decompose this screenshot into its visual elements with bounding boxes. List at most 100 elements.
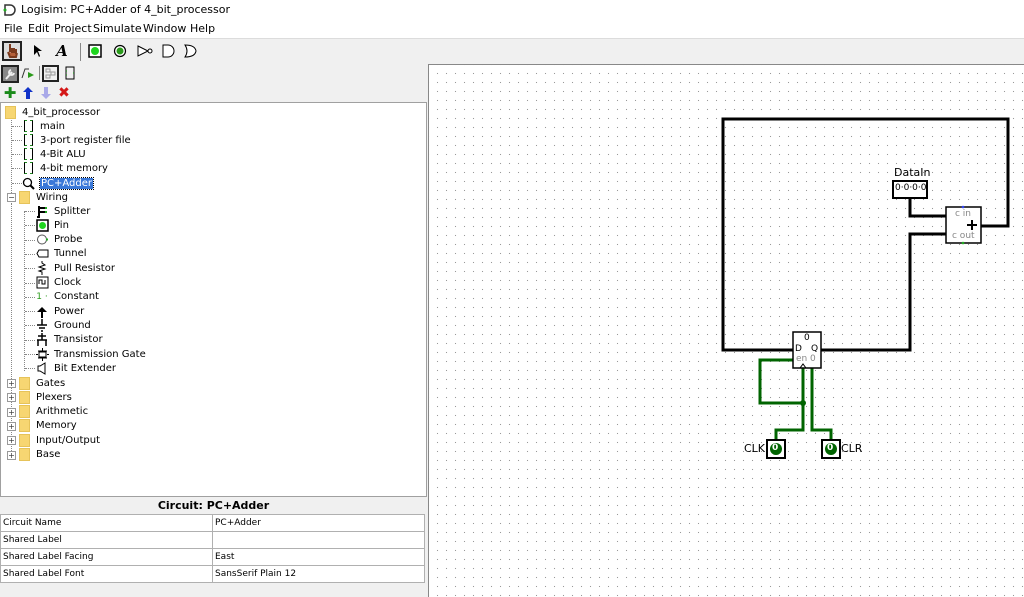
tree-circuit-memory[interactable]: 4-bit memory [21, 161, 108, 175]
transmission-gate-icon [35, 347, 49, 361]
attr-row-shared-label-font: Shared Label Font SansSerif Plain 12 [0, 565, 425, 583]
tree-item-label: Plexers [36, 391, 72, 403]
expand-memory-toggle[interactable]: + [7, 421, 16, 431]
folder-icon [18, 405, 30, 419]
or-gate-tool-button[interactable] [180, 41, 200, 61]
window-title: Logisim: PC+Adder of 4_bit_processor [21, 3, 230, 16]
tree-tool-clock[interactable]: Clock [35, 276, 81, 290]
tree-library-plexers[interactable]: Plexers [17, 390, 72, 404]
register-en-label: en [796, 354, 808, 364]
menu-help[interactable]: Help [190, 22, 215, 35]
tree-project[interactable]: 4_bit_processor [3, 105, 100, 119]
tree-library-gates[interactable]: Gates [17, 376, 65, 390]
not-gate-tool-button[interactable] [135, 41, 155, 61]
folder-icon [18, 390, 30, 404]
text-tool-button[interactable]: A [52, 41, 72, 61]
poke-tool-button[interactable] [2, 41, 22, 61]
toolbox-icon [45, 68, 56, 79]
tool-toolbar: A [0, 39, 428, 63]
tree-item-label: Memory [36, 420, 77, 432]
collapse-wiring-toggle[interactable]: − [7, 193, 16, 202]
output-pin-tool-button[interactable] [110, 41, 130, 61]
move-up-button[interactable] [20, 85, 36, 101]
shared-label-field[interactable] [212, 531, 425, 549]
menu-edit[interactable]: Edit [28, 22, 49, 35]
simulation-tree-icon [65, 66, 75, 80]
menu-project[interactable]: Project [54, 22, 92, 35]
not-gate-icon [137, 45, 153, 57]
tree-library-base[interactable]: Base [17, 448, 60, 462]
tree-tool-transmission-gate[interactable]: Transmission Gate [35, 347, 146, 361]
plus-icon: ✚ [3, 84, 17, 102]
tree-line [25, 211, 35, 212]
tree-item-label: Arithmetic [36, 406, 89, 418]
input-pin-tool-button[interactable] [85, 41, 105, 61]
tree-tool-tunnel[interactable]: Tunnel [35, 247, 87, 261]
folder-icon [18, 433, 30, 447]
tree-library-wiring[interactable]: Wiring [17, 190, 68, 204]
constant-icon: 1 · [36, 291, 48, 302]
expand-input-output-toggle[interactable]: + [7, 436, 16, 446]
tree-circuit-alu[interactable]: 4-Bit ALU [21, 147, 86, 161]
menu-window[interactable]: Window [143, 22, 186, 35]
expand-base-toggle[interactable]: + [7, 450, 16, 460]
circuit-name-field[interactable]: PC+Adder [212, 514, 425, 532]
tree-tool-pin[interactable]: Pin [35, 218, 69, 232]
tree-tool-splitter[interactable]: Splitter [35, 204, 90, 218]
pull-resistor-icon [35, 261, 49, 276]
register-value: 0 [804, 333, 810, 343]
clock-icon [35, 276, 49, 289]
register-d-label: D [795, 344, 802, 354]
folder-icon-wrap [17, 433, 31, 447]
tree-tool-pull-resistor[interactable]: Pull Resistor [35, 261, 115, 276]
clk-label: CLK [744, 442, 766, 455]
tree-item-label: Input/Output [36, 434, 100, 446]
tree-circuit-main[interactable]: main [21, 119, 65, 133]
folder-icon-wrap [17, 390, 31, 404]
attr-name: Shared Label [0, 531, 213, 549]
move-down-button[interactable] [38, 85, 54, 101]
register-clr-label: 0 [810, 354, 816, 364]
tree-line [11, 117, 12, 197]
shared-label-facing-select[interactable]: East [212, 548, 425, 566]
expand-arithmetic-toggle[interactable]: + [7, 407, 16, 417]
tree-tool-probe[interactable]: Probe [35, 233, 82, 247]
view-simulation-button[interactable] [62, 65, 78, 81]
tree-circuit-pc-adder[interactable]: PC+Adder [21, 176, 95, 190]
tree-library-input-output[interactable]: Input/Output [17, 433, 100, 447]
tree-tool-transistor[interactable]: Transistor [35, 333, 103, 347]
and-gate-tool-button[interactable] [158, 41, 178, 61]
expand-plexers-toggle[interactable]: + [7, 393, 16, 403]
clr-label: CLR [841, 442, 863, 455]
tree-library-memory[interactable]: Memory [17, 419, 77, 433]
tree-tool-bit-extender[interactable]: Bit Extender [35, 361, 116, 375]
edit-layout-button[interactable] [1, 65, 19, 83]
attributes-header: Circuit: PC+Adder [157, 499, 270, 512]
shared-label-font-field[interactable]: SansSerif Plain 12 [212, 565, 425, 583]
tree-tool-ground[interactable]: Ground [35, 318, 91, 332]
expand-gates-toggle[interactable]: + [7, 379, 16, 388]
pin-icon [35, 219, 49, 232]
tree-line [25, 253, 35, 255]
tree-tool-constant[interactable]: 1 · Constant [35, 290, 99, 304]
folder-icon [4, 105, 16, 119]
text-a-icon: A [56, 42, 68, 60]
tree-library-arithmetic[interactable]: Arithmetic [17, 405, 88, 419]
tree-line [25, 282, 35, 284]
select-tool-button[interactable] [28, 41, 48, 61]
add-circuit-button[interactable]: ✚ [2, 84, 18, 102]
tree-tool-power[interactable]: Power [35, 304, 84, 318]
tree-item-label: Clock [54, 277, 82, 288]
menu-simulate[interactable]: Simulate [93, 22, 142, 35]
splitter-icon [35, 205, 49, 218]
circuit-canvas[interactable] [428, 64, 1024, 597]
tree-item-label: Splitter [54, 205, 91, 217]
tree-line [25, 339, 35, 341]
menu-file[interactable]: File [4, 22, 22, 35]
remove-circuit-button[interactable]: ✖ [56, 85, 72, 101]
view-toolbox-button[interactable] [42, 65, 59, 82]
input-pin-icon [88, 44, 102, 58]
edit-appearance-button[interactable] [20, 65, 36, 81]
tree-circuit-register-file[interactable]: 3-port register file [21, 133, 131, 147]
ground-icon [35, 318, 49, 332]
